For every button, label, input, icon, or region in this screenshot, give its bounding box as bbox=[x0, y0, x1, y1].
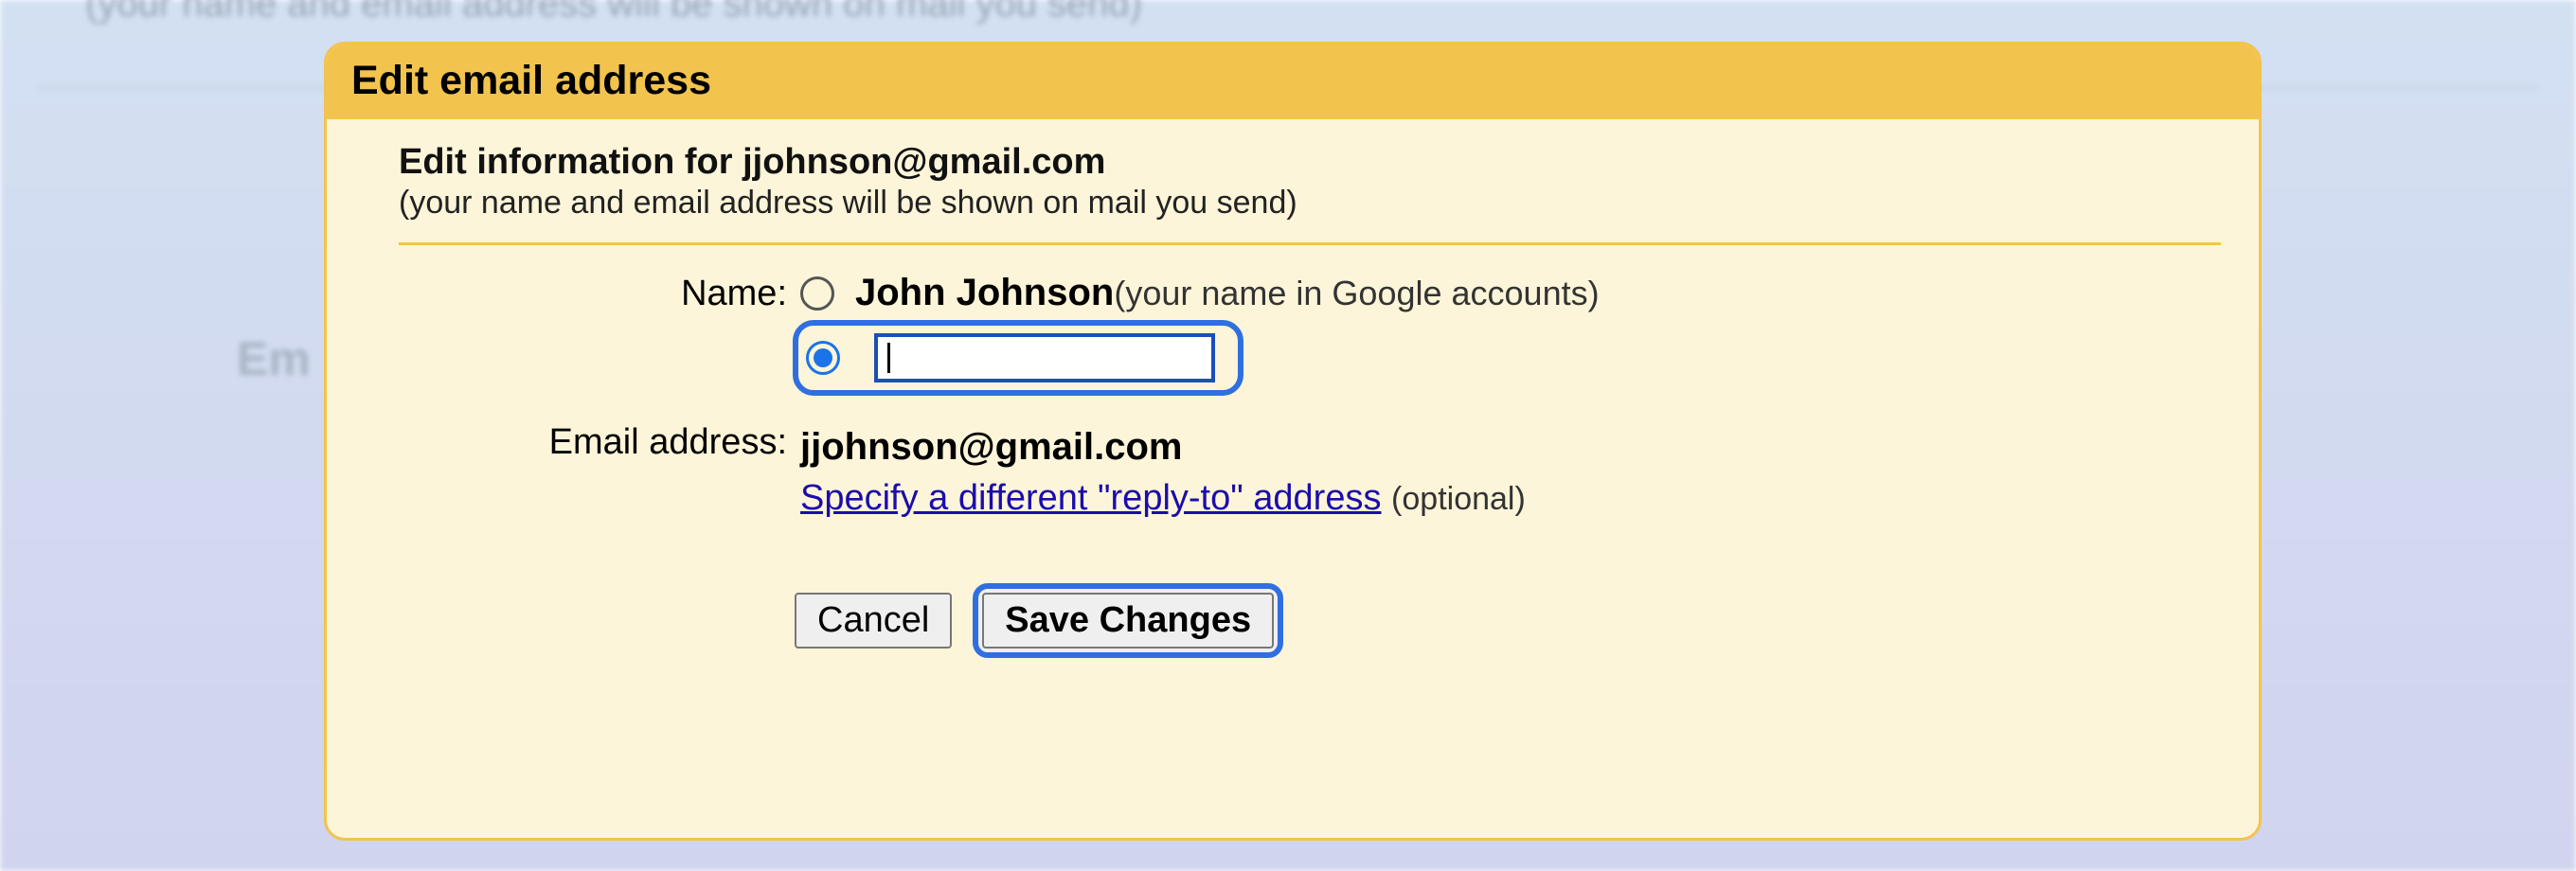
reply-to-optional-text: (optional) bbox=[1391, 481, 1526, 517]
name-custom-option-highlight bbox=[793, 320, 1243, 396]
email-fields: jjohnson@gmail.com Specify a different "… bbox=[787, 420, 1526, 519]
dialog-info-sub: (your name and email address will be sho… bbox=[399, 185, 2221, 222]
radio-icon[interactable] bbox=[806, 341, 840, 375]
reply-to-line: Specify a different "reply-to" address (… bbox=[800, 478, 1526, 519]
edit-email-dialog: Edit email address Edit information for … bbox=[324, 42, 2262, 841]
dialog-title: Edit email address bbox=[351, 58, 711, 103]
name-row: Name: John Johnson (your name in Google … bbox=[399, 272, 2221, 396]
background-hint-text: (your name and email address will be sho… bbox=[85, 0, 1142, 26]
dialog-divider bbox=[399, 242, 2221, 245]
custom-name-input[interactable] bbox=[874, 333, 1215, 382]
info-heading-prefix: Edit information for bbox=[399, 142, 742, 182]
reply-to-link[interactable]: Specify a different "reply-to" address bbox=[800, 478, 1381, 518]
info-heading-email: jjohnson@gmail.com bbox=[742, 142, 1105, 182]
email-label: Email address: bbox=[399, 420, 787, 463]
button-row: Cancel Save Changes bbox=[795, 583, 2221, 658]
dialog-info-heading: Edit information for jjohnson@gmail.com bbox=[399, 142, 2221, 183]
radio-icon[interactable] bbox=[800, 276, 834, 311]
save-button-highlight: Save Changes bbox=[973, 583, 1283, 658]
email-row: Email address: jjohnson@gmail.com Specif… bbox=[399, 420, 2221, 519]
dialog-content: Edit information for jjohnson@gmail.com … bbox=[327, 119, 2259, 677]
name-fields: John Johnson (your name in Google accoun… bbox=[787, 272, 1600, 396]
email-value: jjohnson@gmail.com bbox=[800, 420, 1526, 469]
cancel-button[interactable]: Cancel bbox=[795, 593, 952, 649]
dialog-titlebar: Edit email address bbox=[327, 44, 2259, 119]
save-button[interactable]: Save Changes bbox=[982, 593, 1274, 649]
name-default-option[interactable]: John Johnson (your name in Google accoun… bbox=[800, 272, 1600, 314]
text-caret-icon bbox=[887, 343, 890, 373]
default-name-text: John Johnson bbox=[855, 272, 1114, 314]
name-label: Name: bbox=[399, 272, 787, 314]
default-name-hint: (your name in Google accounts) bbox=[1114, 274, 1599, 313]
background-left-label: Em bbox=[237, 331, 311, 386]
